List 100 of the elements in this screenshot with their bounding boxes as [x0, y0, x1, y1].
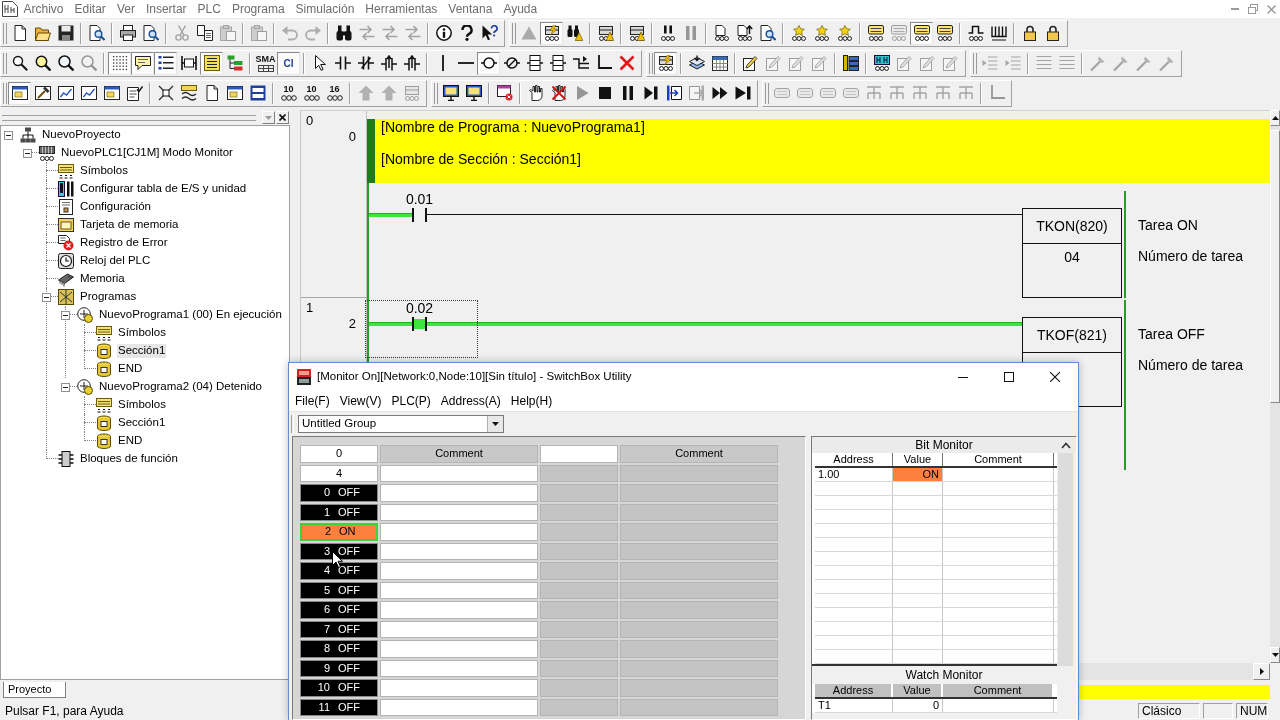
chevron-up-icon[interactable] — [1061, 441, 1071, 449]
collapse-icon[interactable] — [42, 292, 51, 302]
toolbar-button[interactable]: 16 — [323, 81, 346, 105]
bit-switch[interactable]: 0 OFF — [300, 484, 378, 502]
tree-item[interactable]: Reloj del PLC — [58, 253, 152, 269]
bit-switch[interactable]: 7 OFF — [300, 620, 378, 638]
tree-item[interactable]: Configurar tabla de E/S y unidad — [58, 181, 248, 197]
close-icon — [1050, 372, 1060, 382]
bit-switch[interactable]: 8 OFF — [300, 640, 378, 658]
scroll-up-button[interactable] — [1270, 110, 1280, 126]
menu-item[interactable]: Insertar — [140, 1, 193, 17]
tree-item[interactable]: Programas — [58, 289, 138, 305]
toolbar-button[interactable] — [477, 51, 500, 75]
toolbar-button[interactable] — [654, 51, 677, 75]
toolbar-button[interactable] — [131, 51, 154, 75]
tree-item[interactable]: NuevoPrograma2 (04) Detenido — [77, 379, 263, 395]
toolbar-button[interactable] — [910, 21, 933, 45]
toolbar-button[interactable] — [540, 21, 563, 45]
menu-item[interactable]: Ayuda — [497, 1, 543, 17]
comment-field[interactable] — [380, 503, 538, 521]
menu-item[interactable]: Programa — [226, 1, 291, 17]
tree-item[interactable]: NuevoPLC1[CJ1M] Modo Monitor — [39, 145, 234, 161]
group-combobox[interactable]: Untitled Group — [298, 414, 504, 433]
scroll-down-button[interactable] — [1270, 647, 1280, 663]
comment-field[interactable] — [380, 562, 538, 580]
tree-item[interactable]: Configuración — [58, 199, 152, 215]
scroll-thumb[interactable] — [1270, 130, 1280, 403]
collapse-icon[interactable] — [61, 382, 70, 392]
bit-switch[interactable]: 3 OFF — [300, 542, 378, 560]
tree-item[interactable]: END — [96, 361, 144, 377]
comment-field[interactable] — [380, 601, 538, 619]
toolbar-button[interactable]: 10 — [300, 81, 323, 105]
comment-field[interactable] — [380, 581, 538, 599]
menu-item[interactable]: Help(H) — [505, 393, 558, 409]
menu-item[interactable]: Herramientas — [359, 1, 443, 17]
toolbar-button[interactable]: SMA — [254, 51, 277, 75]
comment-field[interactable] — [380, 464, 538, 482]
tree-item[interactable]: Tarjeta de memoria — [58, 217, 180, 233]
scissors-icon — [173, 25, 190, 41]
toolbar-button[interactable] — [108, 51, 131, 75]
tree-item[interactable]: NuevoProyecto — [20, 127, 122, 143]
toolbar-button[interactable]: 10 — [277, 81, 300, 105]
close-icon — [1266, 4, 1276, 14]
tree-item[interactable]: Bloques de función — [58, 451, 179, 467]
comment-field[interactable] — [380, 542, 538, 560]
tree-item[interactable]: END — [96, 433, 144, 449]
menu-item[interactable]: View(V) — [334, 393, 387, 409]
vertical-scrollbar[interactable] — [1270, 110, 1280, 663]
bit-switch[interactable]: 9 OFF — [300, 659, 378, 677]
copy-icon — [196, 25, 213, 41]
panel-close-button[interactable] — [276, 111, 289, 124]
comment-field[interactable] — [380, 679, 538, 697]
vertical-scrollbar[interactable] — [1058, 453, 1073, 666]
tree-item[interactable]: Sección1 — [96, 415, 167, 431]
collapse-icon[interactable] — [23, 148, 32, 158]
operand-comment: Número de tarea — [1138, 247, 1244, 266]
bit-switch[interactable]: 1 OFF — [300, 503, 378, 521]
toolbar-button[interactable] — [200, 51, 223, 75]
menu-item[interactable]: PLC(P) — [386, 393, 436, 409]
menu-item[interactable]: File(F) — [290, 393, 335, 409]
redo-icon — [304, 25, 321, 41]
bit-switch[interactable]: 5 OFF — [300, 581, 378, 599]
collapse-icon[interactable] — [4, 130, 13, 140]
comment-field[interactable] — [380, 620, 538, 638]
tree-item[interactable]: Memoria — [58, 271, 126, 287]
comment-field[interactable] — [380, 659, 538, 677]
toolbar-button[interactable]: CI — [277, 51, 300, 75]
bus-lines-icon — [865, 85, 882, 101]
menu-item[interactable]: Archivo — [18, 1, 69, 17]
comment-field[interactable] — [380, 484, 538, 502]
bit-switch[interactable]: 6 OFF — [300, 601, 378, 619]
scroll-right-button[interactable] — [1253, 663, 1270, 680]
menu-item[interactable]: Simulación — [290, 1, 360, 17]
up-arrow-icon — [380, 85, 397, 101]
bit-switch[interactable]: 4 OFF — [300, 562, 378, 580]
menu-item[interactable]: Ventana — [442, 1, 498, 17]
menu-item[interactable]: Editar — [69, 1, 112, 17]
tree-item[interactable]: NuevoPrograma1 (00) En ejecución — [77, 307, 283, 323]
window-icon — [11, 85, 28, 101]
menu-item[interactable]: Ver — [111, 1, 141, 17]
bit-switch[interactable]: 2 ON — [300, 523, 378, 541]
tree-item[interactable]: Símbolos — [96, 397, 167, 413]
comment-field[interactable] — [380, 640, 538, 658]
menu-item[interactable]: Address(A) — [435, 393, 506, 409]
comment-field[interactable] — [380, 523, 538, 541]
comment-field[interactable] — [380, 698, 538, 716]
display-chain-icon — [867, 25, 884, 41]
bit-switch[interactable]: 10 OFF — [300, 679, 378, 697]
tree-item[interactable]: Símbolos — [96, 325, 167, 341]
clock-icon — [58, 253, 74, 269]
panel-tab[interactable]: Proyecto — [3, 682, 67, 698]
bit-switch[interactable]: 11 OFF — [300, 698, 378, 716]
clipboard-icon — [219, 25, 236, 41]
panel-menu-button[interactable] — [262, 111, 275, 124]
collapse-icon[interactable] — [61, 310, 70, 320]
tree-item[interactable]: Símbolos — [58, 163, 129, 179]
tree-item[interactable]: Registro de Error — [58, 235, 169, 251]
toolbar-button[interactable] — [154, 51, 177, 75]
menu-item[interactable]: PLC — [192, 1, 227, 17]
toolbar-button[interactable] — [8, 81, 31, 105]
